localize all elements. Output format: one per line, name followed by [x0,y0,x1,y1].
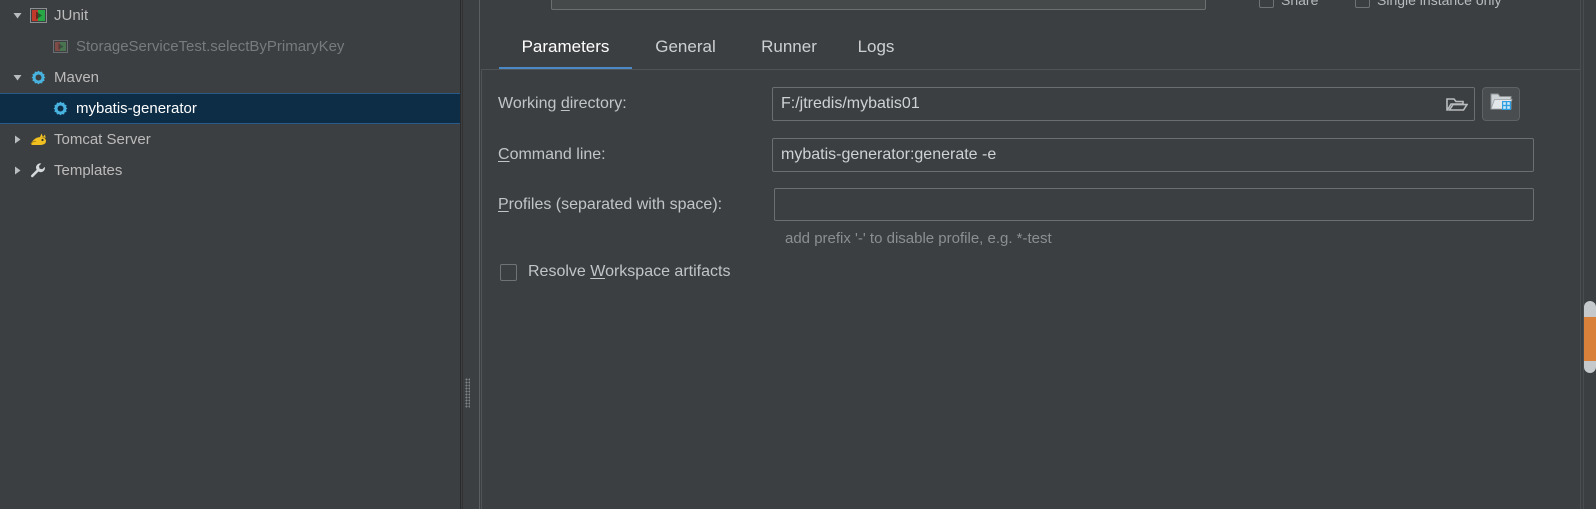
share-label: Share [1281,0,1319,8]
tab-label: Logs [857,36,895,56]
tree-item-maven[interactable]: Maven [0,62,460,93]
run-configurations-dialog: JUnit StorageServiceTest.selectByPrimary… [0,0,1596,509]
command-line-label: Command line: [498,146,606,163]
vertical-scrollbar[interactable] [1580,0,1596,509]
tab-label: Runner [761,36,817,56]
chevron-down-icon[interactable] [6,9,28,22]
tree-item-label: mybatis-generator [76,100,197,117]
tree-item-label: StorageServiceTest.selectByPrimaryKey [76,38,345,55]
tree-item-tomcat-server[interactable]: Tomcat Server [0,124,460,155]
single-instance-checkbox[interactable]: Single instance only [1355,0,1502,8]
wrench-icon [28,162,48,180]
tree-item-label: Tomcat Server [54,131,151,148]
single-instance-label: Single instance only [1377,0,1502,8]
tab-label: Parameters [521,36,610,56]
profiles-hint: add prefix '-' to disable profile, e.g. … [785,230,1052,247]
chevron-right-icon[interactable] [6,164,28,177]
maven-gear-icon [28,69,48,87]
profiles-input[interactable] [774,188,1534,221]
tab-logs[interactable]: Logs [839,23,913,70]
checkbox-box [1259,0,1274,8]
tab-parameters[interactable]: Parameters [499,23,632,70]
tree-item-label: Maven [54,69,100,86]
folder-open-icon[interactable] [1446,96,1468,113]
working-directory-input[interactable]: F:/jtredis/mybatis01 [772,87,1475,121]
chevron-down-icon[interactable] [6,71,28,84]
sidebar-splitter[interactable] [462,0,480,509]
splitter-edge-right [479,0,480,509]
tomcat-cat-icon [28,131,48,149]
checkbox-box [1355,0,1370,8]
command-line-value: mybatis-generator:generate -e [781,146,997,163]
junit-icon [28,7,48,25]
splitter-edge-left [462,0,463,509]
splitter-grip-handle[interactable] [465,378,470,408]
tab-runner[interactable]: Runner [739,23,839,70]
working-directory-value: F:/jtredis/mybatis01 [781,95,920,112]
tree-item-storageservicetest[interactable]: StorageServiceTest.selectByPrimaryKey [0,31,460,62]
scrollbar-thumb[interactable] [1584,301,1596,373]
configuration-name-input[interactable] [551,0,1206,10]
checkbox-box [500,263,517,281]
run-configuration-tree: JUnit StorageServiceTest.selectByPrimary… [0,0,461,509]
tree-item-label: Templates [54,162,123,179]
tree-item-label: JUnit [54,7,89,24]
remove-configuration-button[interactable] [481,0,503,8]
share-checkbox[interactable]: Share [1259,0,1318,8]
tree-item-junit[interactable]: JUnit [0,0,460,31]
resolve-workspace-artifacts-label: Resolve Workspace artifacts [528,263,731,280]
tab-general[interactable]: General [632,23,739,70]
chevron-right-icon[interactable] [6,133,28,146]
scrollbar-marker [1584,317,1596,361]
command-line-input[interactable]: mybatis-generator:generate -e [772,138,1534,172]
scrollbar-track [1583,0,1584,509]
configuration-editor-panel: Share Single instance only Parameters Ge… [481,0,1596,509]
configuration-name-row: Share Single instance only [481,0,1596,22]
tree-item-mybatis-generator[interactable]: mybatis-generator [0,93,460,124]
module-folder-button[interactable] [1482,87,1520,121]
tree-item-templates[interactable]: Templates [0,155,460,186]
editor-tabs: Parameters General Runner Logs [481,23,1596,70]
parameters-form: Working directory: F:/jtredis/mybatis01 [481,70,1596,509]
working-directory-label: Working directory: [498,95,627,112]
profiles-label: Profiles (separated with space): [498,196,723,213]
resolve-workspace-artifacts-checkbox[interactable]: Resolve Workspace artifacts [500,263,730,281]
module-folder-icon [1489,92,1513,116]
tab-label: General [655,36,716,56]
junit-test-icon [50,38,70,56]
maven-gear-icon [50,100,70,118]
